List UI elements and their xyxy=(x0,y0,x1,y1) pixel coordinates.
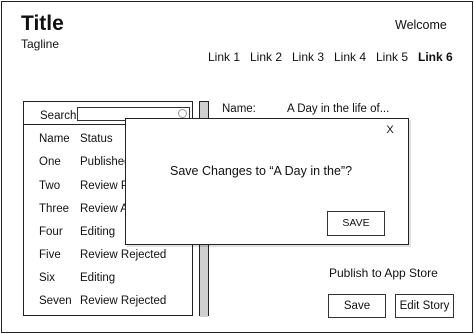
search-label: Search xyxy=(40,110,77,122)
app-frame: Title Tagline Welcome Link 1 Link 2 Link… xyxy=(1,1,473,333)
list-item-name: Three xyxy=(39,203,70,215)
list-item-status: Review Rejected xyxy=(80,295,167,307)
list-item-status: Editing xyxy=(80,272,116,284)
search-icon[interactable] xyxy=(178,109,187,118)
list-item-status: Published xyxy=(80,156,131,168)
dialog-save-button[interactable]: SAVE xyxy=(327,211,385,236)
list-item-status: Editing xyxy=(80,226,116,238)
nav-link-4[interactable]: Link 4 xyxy=(334,50,366,65)
list-item-name: Five xyxy=(39,249,61,261)
list-item-name: Four xyxy=(39,226,63,238)
list-item-status: Review Rejected xyxy=(80,249,167,261)
column-header-name: Name xyxy=(39,133,70,145)
close-icon[interactable]: X xyxy=(383,123,397,137)
edit-story-button[interactable]: Edit Story xyxy=(395,294,454,318)
nav-link-3[interactable]: Link 3 xyxy=(292,50,324,65)
list-item-name: Six xyxy=(39,272,55,284)
nav-link-1[interactable]: Link 1 xyxy=(208,50,240,65)
save-changes-dialog: X Save Changes to “A Day in the”? SAVE xyxy=(125,118,409,245)
list-item-name: One xyxy=(39,156,61,168)
list-item-name: Seven xyxy=(39,295,72,307)
list-item-name: Two xyxy=(39,180,61,192)
story-name-label: Name: xyxy=(222,103,256,115)
welcome-text: Welcome xyxy=(395,18,447,32)
dialog-message: Save Changes to “A Day in the”? xyxy=(170,164,353,178)
tagline: Tagline xyxy=(21,37,60,51)
column-header-status: Status xyxy=(80,133,113,145)
page-title: Title xyxy=(21,12,64,35)
nav-link-6[interactable]: Link 6 xyxy=(418,50,453,65)
publish-to-app-store-label: Publish to App Store xyxy=(329,266,438,280)
nav-link-2[interactable]: Link 2 xyxy=(250,50,282,65)
nav-link-5[interactable]: Link 5 xyxy=(376,50,408,65)
story-name-value: A Day in the life of... xyxy=(287,103,390,115)
save-button[interactable]: Save xyxy=(328,294,386,318)
